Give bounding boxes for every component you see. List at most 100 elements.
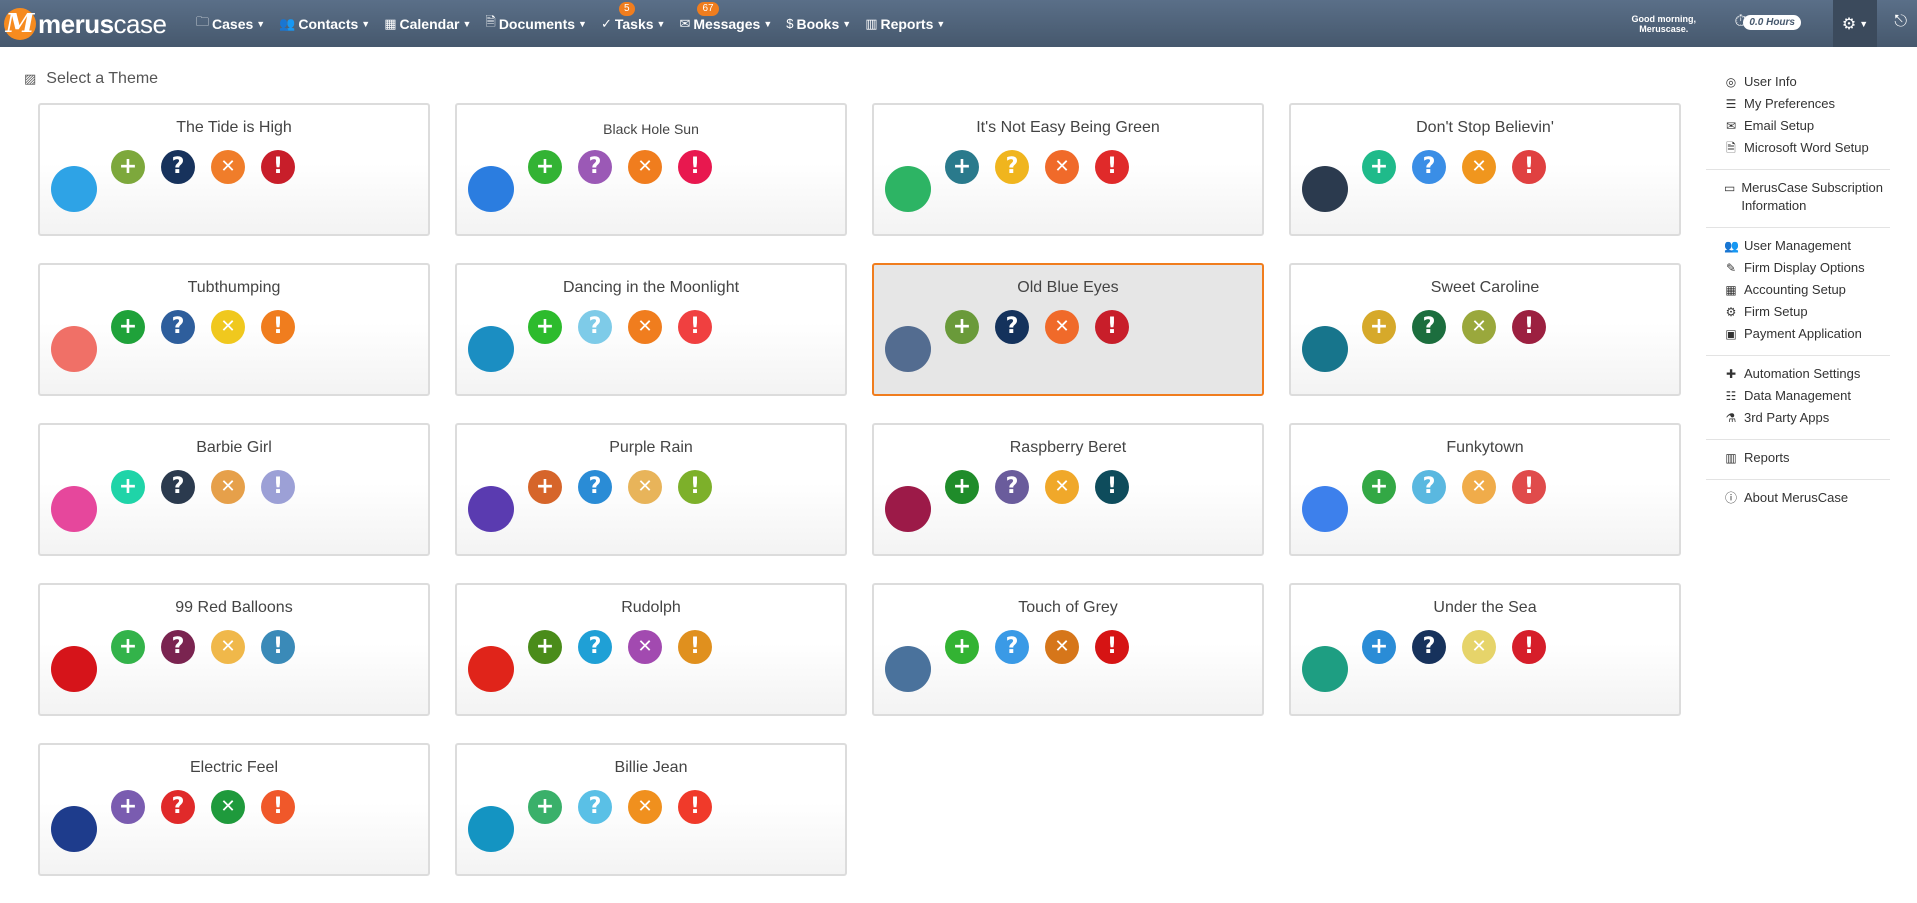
document-icon: 🗎 [485,13,496,29]
bar-chart-icon: ▥ [1725,451,1737,465]
sidebar-item-firm-setup[interactable]: ⚙ Firm Setup [1724,303,1890,321]
theme-primary-swatch [1302,646,1348,692]
theme-card[interactable]: 99 Red Balloons +? ✕! [38,583,430,716]
x-icon: ✕ [211,310,245,344]
exclamation-icon: ! [261,310,295,344]
theme-card[interactable]: Raspberry Beret +? ✕! [872,423,1264,556]
question-icon: ? [578,790,612,824]
theme-card[interactable]: Purple Rain +? ✕! [455,423,847,556]
x-icon: ✕ [211,630,245,664]
theme-card[interactable]: Dancing in the Moonlight +? ✕! [455,263,847,396]
sidebar-group: 👥 User Management ✎ Firm Display Options ▦ Ac… [1706,228,1890,356]
theme-primary-swatch [51,166,97,212]
x-icon: ✕ [628,310,662,344]
logout-icon[interactable]: ⎋ [1894,13,1907,31]
theme-card[interactable]: Funkytown +? ✕! [1289,423,1681,556]
meruscase-logo[interactable]: M meruscase [4,6,167,42]
theme-name: 99 Red Balloons [175,599,293,616]
gear-icon: ⚙ [1841,15,1857,33]
theme-primary-swatch [468,646,514,692]
greeting: Good morning, Meruscase. [1631,14,1697,34]
sidebar-item-payment-application[interactable]: ▣ Payment Application [1724,325,1890,343]
caret-down-icon: ▼ [656,18,666,29]
sidebar-item-label: Firm Display Options [1744,260,1865,275]
theme-card[interactable]: Under the Sea +? ✕! [1289,583,1681,716]
question-icon: ? [578,470,612,504]
theme-primary-swatch [51,486,97,532]
theme-card[interactable]: Billie Jean +? ✕! [455,743,847,876]
sidebar-item-my-preferences[interactable]: ☰ My Preferences [1724,95,1890,113]
exclamation-icon: ! [1512,150,1546,184]
sidebar-item-accounting-setup[interactable]: ▦ Accounting Setup [1724,281,1890,299]
exclamation-icon: ! [261,150,295,184]
sidebar-item-3rd-party-apps[interactable]: ⚗ 3rd Party Apps [1724,409,1890,427]
sidebar-item-firm-display-options[interactable]: ✎ Firm Display Options [1724,259,1890,277]
logo-text: meruscase [38,8,167,39]
hours-badge[interactable]: 0.0 Hours [1743,15,1801,30]
nav-label: Reports [880,15,934,32]
sidebar-item-microsoft-word-setup[interactable]: 🗎 Microsoft Word Setup [1724,139,1890,157]
nav-cases[interactable]: 🗀 Cases ▼ [196,13,265,35]
plus-icon: + [945,310,979,344]
nav-books[interactable]: $ Books ▼ [786,16,851,32]
theme-icon-row: +? ✕! [111,310,311,344]
theme-name: Don't Stop Believin' [1416,119,1554,136]
caret-down-icon: ▼ [462,18,472,29]
plus-icon: + [528,150,562,184]
plus-icon: + [111,790,145,824]
nav-messages[interactable]: ✉ Messages ▼ 67 [679,1,772,32]
theme-name: Raspberry Beret [1009,439,1127,456]
theme-name: Rudolph [621,599,681,616]
word-file-icon: 🗎 [1726,141,1736,155]
sliders-icon: ☰ [1725,97,1737,111]
exclamation-icon: ! [678,310,712,344]
x-icon: ✕ [1462,150,1496,184]
theme-card[interactable]: Barbie Girl +? ✕! [38,423,430,556]
nav-documents[interactable]: 🗎 Documents ▼ [485,13,587,35]
sidebar-item-data-management[interactable]: ☷ Data Management [1724,387,1890,405]
caret-down-icon: ▼ [1859,18,1869,29]
theme-card[interactable]: Electric Feel +? ✕! [38,743,430,876]
select-theme-heading: ▨ Select a Theme [24,70,159,87]
sidebar-item-user-management[interactable]: 👥 User Management [1724,237,1890,255]
sidebar-item-reports[interactable]: ▥ Reports [1724,449,1890,467]
caret-down-icon: ▼ [361,18,371,29]
x-icon: ✕ [628,470,662,504]
theme-icon-row: +? ✕! [945,310,1145,344]
bar-chart-icon: ▥ [865,15,878,31]
theme-name: Under the Sea [1433,599,1537,616]
question-icon: ? [578,310,612,344]
nav-label: Cases [212,15,254,32]
x-icon: ✕ [211,470,245,504]
theme-card[interactable]: Don't Stop Believin' +? ✕! [1289,103,1681,236]
sidebar-item-meruscase-subscription-information[interactable]: ▭ MerusCase Subscription Information [1724,179,1890,215]
plus-icon: + [111,470,145,504]
question-icon: ? [995,470,1029,504]
theme-card[interactable]: Rudolph +? ✕! [455,583,847,716]
sidebar-item-user-info[interactable]: ◎ User Info [1724,73,1890,91]
user-circle-icon: ◎ [1725,75,1737,89]
theme-primary-swatch [51,326,97,372]
theme-card[interactable]: Black Hole Sun +? ✕! [455,103,847,236]
sidebar-item-automation-settings[interactable]: ✚ Automation Settings [1724,365,1890,383]
theme-card[interactable]: The Tide is High +? ✕! [38,103,430,236]
theme-card[interactable]: Tubthumping +? ✕! [38,263,430,396]
nav-label: Tasks [614,15,654,32]
nav-reports[interactable]: ▥ Reports ▼ [865,16,945,32]
theme-card[interactable]: Touch of Grey +? ✕! [872,583,1264,716]
theme-card[interactable]: Sweet Caroline +? ✕! [1289,263,1681,396]
sidebar-item-email-setup[interactable]: ✉ Email Setup [1724,117,1890,135]
sidebar-group: ▭ MerusCase Subscription Information [1706,170,1890,228]
sidebar-item-about-meruscase[interactable]: ⓘ About MerusCase [1724,489,1890,507]
sidebar-item-label: Microsoft Word Setup [1744,140,1869,155]
image-icon: ▨ [24,71,37,86]
settings-menu-button[interactable]: ⚙ ▼ [1833,0,1877,47]
nav-label: Books [796,15,840,32]
nav-calendar[interactable]: ▦ Calendar ▼ [384,16,471,32]
plus-icon: + [945,470,979,504]
theme-card[interactable]: Old Blue Eyes +? ✕! [872,263,1264,396]
nav-contacts[interactable]: 👥 Contacts ▼ [279,16,370,32]
nav-tasks[interactable]: ✓ Tasks ▼ 5 [601,1,666,32]
theme-card[interactable]: It's Not Easy Being Green +? ✕! [872,103,1264,236]
question-icon: ? [995,310,1029,344]
